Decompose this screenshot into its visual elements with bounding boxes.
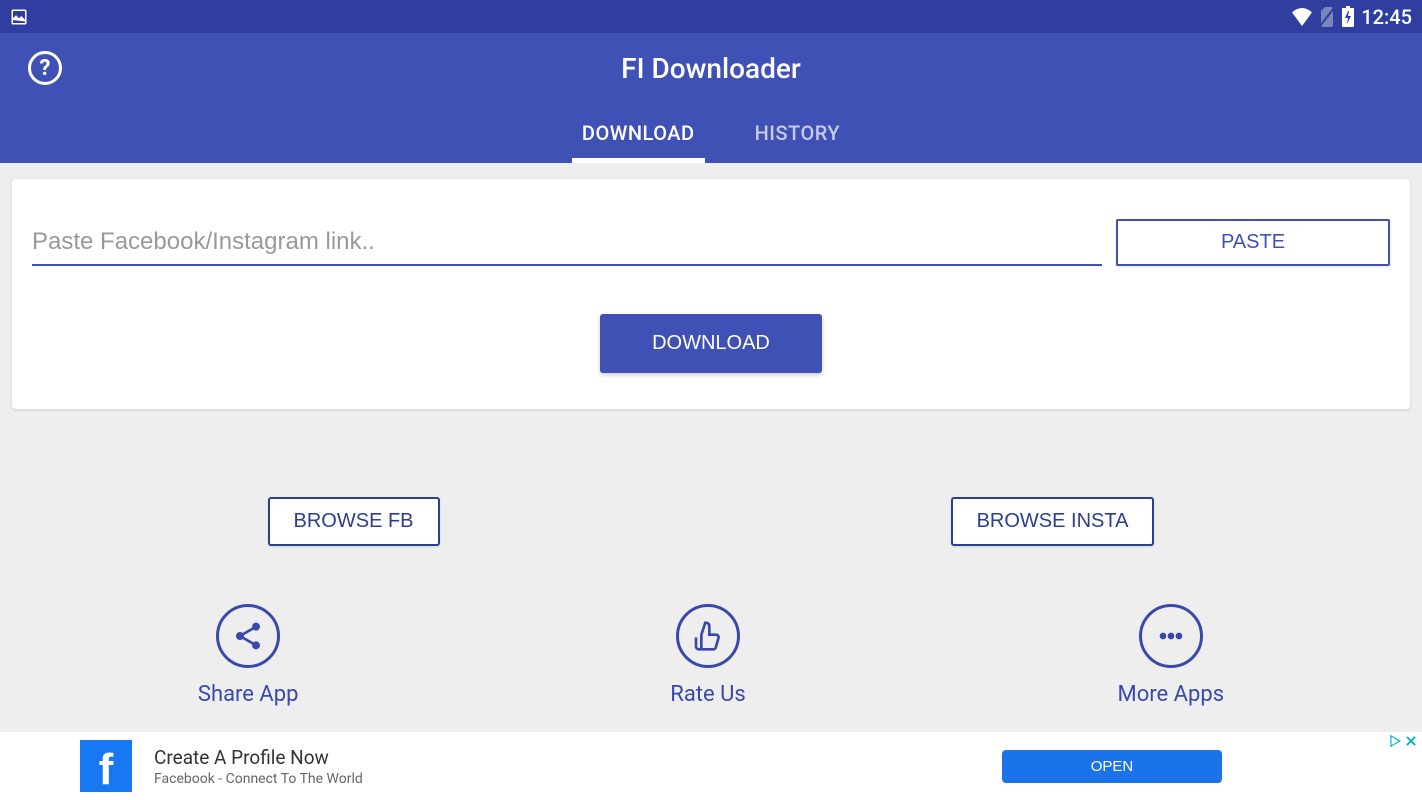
browse-row: BROWSE FB BROWSE INSTA: [12, 497, 1410, 546]
ad-subtitle: Facebook - Connect To The World: [154, 771, 1002, 787]
rate-us-action[interactable]: Rate Us: [670, 604, 745, 707]
browse-insta-button[interactable]: BROWSE INSTA: [951, 497, 1155, 546]
content: PASTE DOWNLOAD BROWSE FB BROWSE INSTA Sh…: [0, 163, 1422, 732]
ad-text: Create A Profile Now Facebook - Connect …: [154, 746, 1002, 787]
status-right: 12:45: [1291, 5, 1412, 29]
browse-fb-button[interactable]: BROWSE FB: [268, 497, 440, 546]
link-input[interactable]: [32, 220, 1102, 266]
input-row: PASTE: [32, 219, 1390, 266]
ad-open-button[interactable]: OPEN: [1002, 750, 1222, 783]
ad-banner[interactable]: f Create A Profile Now Facebook - Connec…: [0, 732, 1422, 800]
action-row: Share App Rate Us More Apps: [12, 604, 1410, 707]
app-title-row: ? FI Downloader: [0, 33, 1422, 103]
tabs: DOWNLOAD HISTORY: [0, 103, 1422, 163]
app-header: ? FI Downloader DOWNLOAD HISTORY: [0, 33, 1422, 163]
image-notification-icon: [10, 8, 28, 26]
no-sim-icon: [1319, 7, 1335, 27]
paste-button[interactable]: PASTE: [1116, 219, 1390, 266]
wifi-icon: [1291, 8, 1313, 26]
tab-history[interactable]: HISTORY: [725, 103, 871, 163]
close-icon[interactable]: [1404, 734, 1418, 748]
tab-download[interactable]: DOWNLOAD: [552, 103, 725, 163]
ad-title: Create A Profile Now: [154, 746, 1002, 769]
share-app-action[interactable]: Share App: [198, 604, 299, 707]
share-icon: [216, 604, 280, 668]
ad-logo: f: [80, 740, 132, 792]
status-bar: 12:45: [0, 0, 1422, 33]
rate-label: Rate Us: [670, 682, 745, 707]
more-label: More Apps: [1118, 682, 1225, 707]
status-time: 12:45: [1361, 5, 1412, 29]
download-card: PASTE DOWNLOAD: [12, 179, 1410, 409]
share-label: Share App: [198, 682, 299, 707]
download-button[interactable]: DOWNLOAD: [600, 314, 822, 373]
thumbs-up-icon: [676, 604, 740, 668]
app-title: FI Downloader: [28, 52, 1394, 85]
adchoices-icon: [1388, 734, 1402, 748]
battery-charging-icon: [1341, 6, 1355, 28]
more-icon: [1139, 604, 1203, 668]
status-left: [10, 8, 28, 26]
more-apps-action[interactable]: More Apps: [1118, 604, 1225, 707]
ad-close[interactable]: [1388, 734, 1418, 748]
